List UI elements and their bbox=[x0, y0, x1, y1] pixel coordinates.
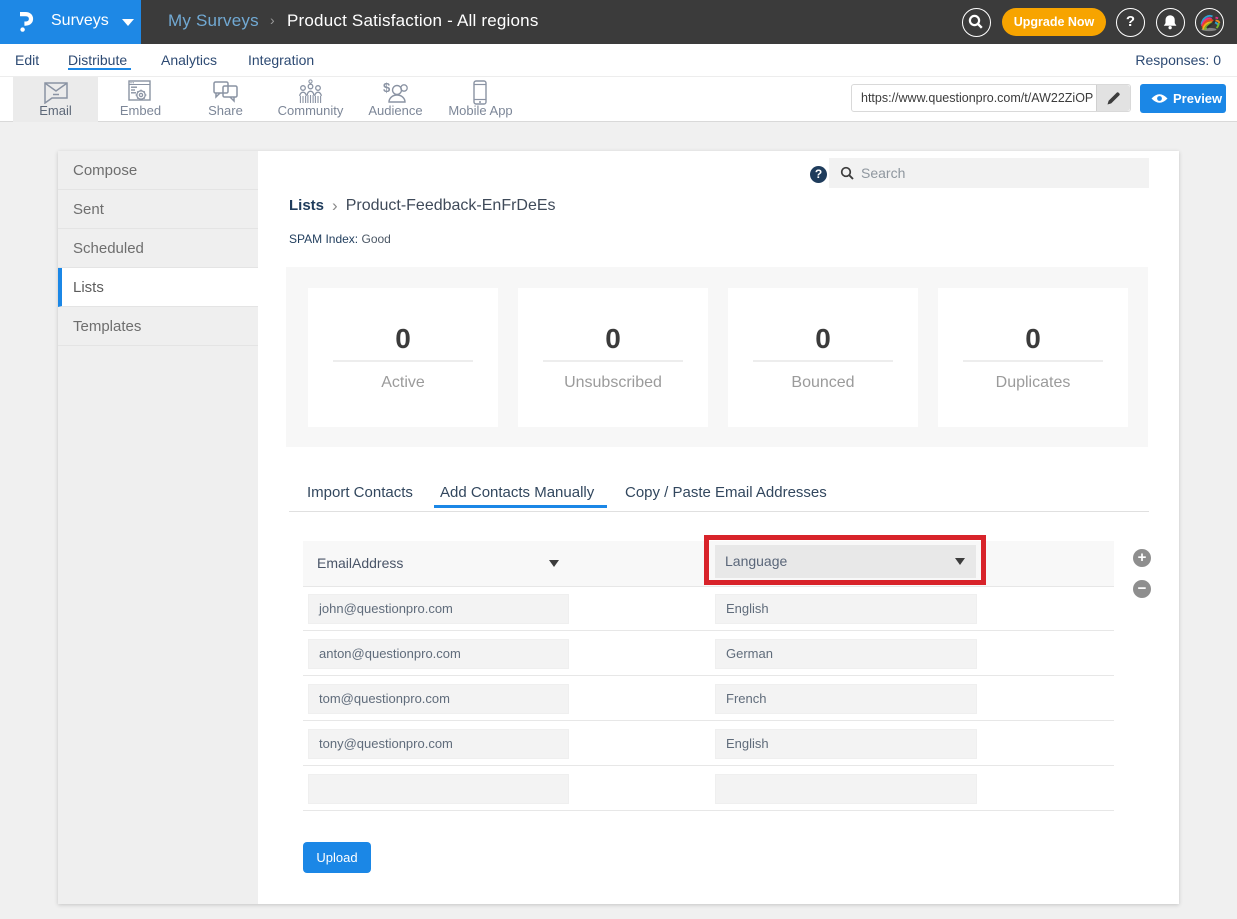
svg-text:$: $ bbox=[383, 80, 391, 95]
